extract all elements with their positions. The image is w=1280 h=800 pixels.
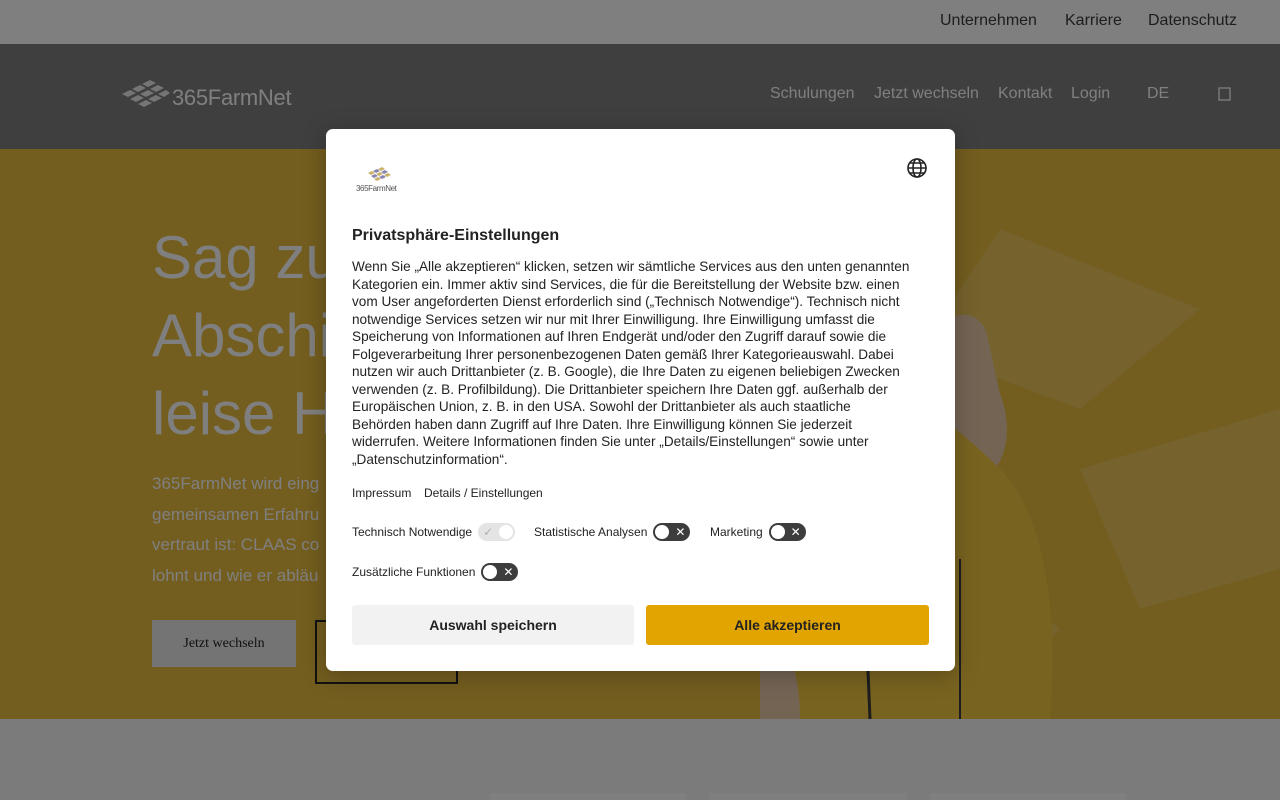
consent-text-line: Folgeverarbeitung Ihrer personenbezogene…	[352, 346, 894, 362]
toggle-row-technisch: Technisch Notwendige ✓	[352, 523, 516, 541]
toggle-knob	[499, 525, 514, 539]
toggle-label-marketing: Marketing	[710, 525, 763, 539]
consent-text-line: nutzen wir auch Drittanbieter (z. B. Goo…	[352, 364, 900, 379]
consent-text-line: Behörden haben dann Zugriff auf Ihre Dat…	[352, 416, 853, 432]
globe-icon[interactable]	[906, 157, 928, 179]
toggle-knob	[655, 525, 670, 539]
consent-logo: 365FarmNet	[354, 165, 402, 195]
details-settings-link[interactable]: Details / Einstellungen	[424, 486, 543, 500]
consent-text-line: vom User angeforderten Dienst erforderli…	[352, 294, 900, 309]
zusaetzliche-funktionen-toggle[interactable]: ✕	[481, 563, 519, 581]
consent-text-line: verwenden (z. B. Profilbildung). Die Dri…	[352, 381, 888, 397]
technisch-notwendige-toggle: ✓	[478, 523, 516, 541]
impressum-link[interactable]: Impressum	[352, 486, 411, 500]
marketing-toggle[interactable]: ✕	[768, 523, 806, 541]
consent-text-line: Speicherung von Informationen auf Ihren …	[352, 329, 887, 344]
accept-all-button[interactable]: Alle akzeptieren	[646, 605, 929, 645]
toggle-label-zusatz: Zusätzliche Funktionen	[352, 565, 476, 579]
toggle-row-marketing: Marketing ✕	[710, 523, 806, 541]
consent-text-line: Europäischen Union, z. B. in den USA. So…	[352, 399, 851, 414]
toggle-row-zusatz: Zusätzliche Funktionen ✕	[352, 563, 519, 581]
consent-text-line: Kategorien ein. Immer aktiv sind Service…	[352, 276, 900, 292]
save-selection-button[interactable]: Auswahl speichern	[352, 605, 634, 645]
consent-text-line: widerrufen. Weitere Informationen finden…	[352, 434, 869, 449]
toggle-row-statistik: Statistische Analysen ✕	[534, 523, 691, 541]
close-icon: ✕	[503, 565, 514, 579]
toggle-knob	[770, 525, 785, 539]
toggle-label-statistik: Statistische Analysen	[534, 525, 648, 539]
consent-text-line: notwendige Services setzen wir nur mit I…	[352, 311, 875, 327]
close-icon: ✕	[790, 525, 801, 539]
check-icon: ✓	[483, 525, 494, 539]
cookie-consent-dialog: 365FarmNet Privatsphäre-Einstellungen We…	[326, 129, 955, 671]
consent-text-line: Wenn Sie „Alle akzeptieren“ klicken, set…	[352, 259, 910, 274]
consent-text-line: „Datenschutzinformation“.	[352, 451, 508, 467]
consent-title: Privatsphäre-Einstellungen	[352, 227, 560, 244]
close-icon: ✕	[675, 525, 686, 539]
statistische-analysen-toggle[interactable]: ✕	[653, 523, 691, 541]
consent-description: Wenn Sie „Alle akzeptieren“ klicken, set…	[352, 258, 932, 468]
toggle-label-technisch: Technisch Notwendige	[352, 525, 473, 539]
consent-logo-text: 365FarmNet	[356, 184, 397, 193]
toggle-knob	[483, 565, 498, 579]
